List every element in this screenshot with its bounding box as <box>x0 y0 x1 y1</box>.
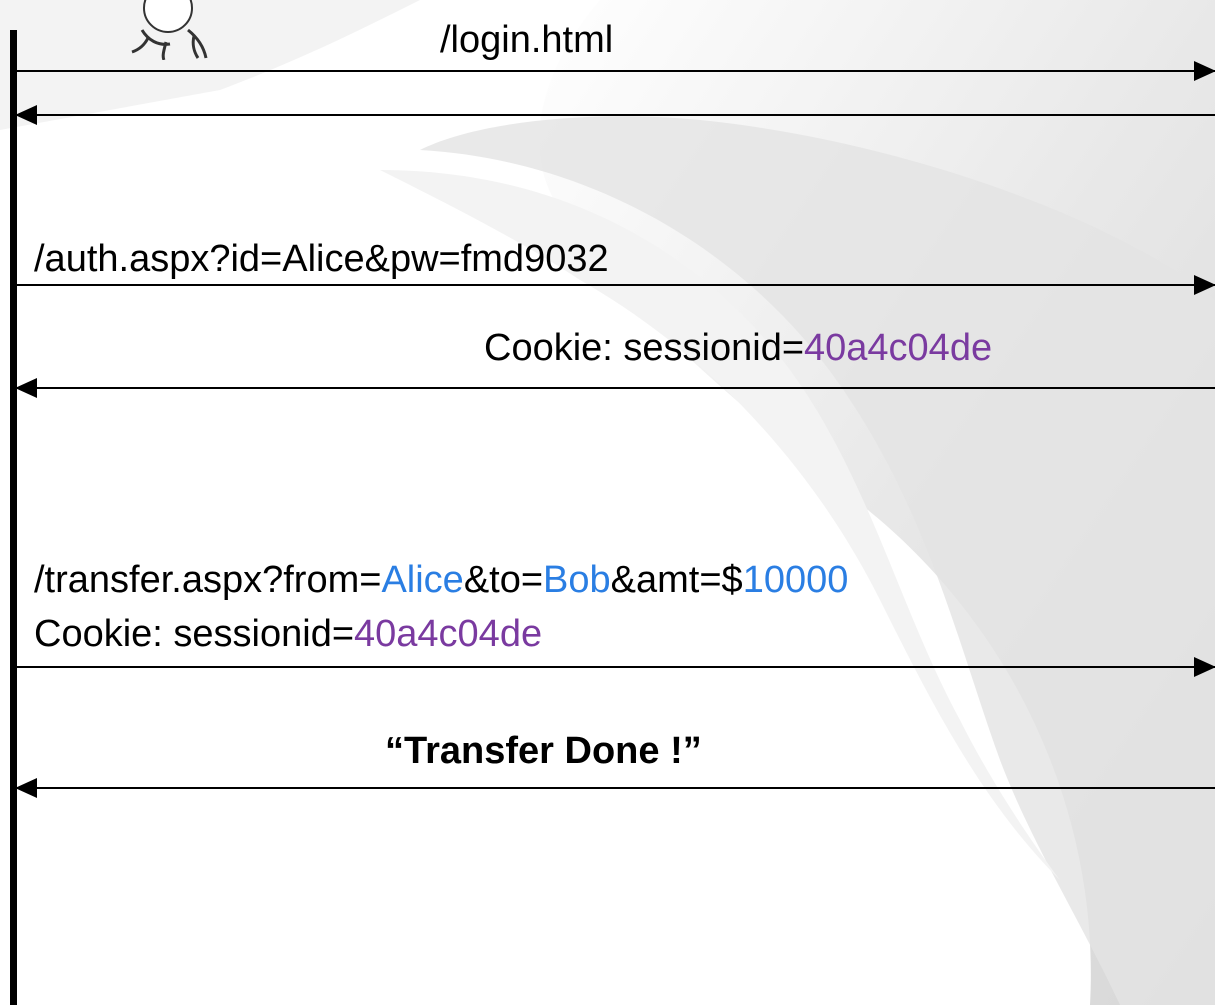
arrowhead-left-icon <box>15 105 37 125</box>
user-figure-icon <box>108 0 238 65</box>
transfer-response-arrow <box>15 778 1215 798</box>
transfer-url-part1: /transfer.aspx?from= <box>34 559 382 601</box>
client-lifeline <box>10 30 17 1005</box>
auth-response-arrow <box>15 378 1215 398</box>
session-id: 40a4c04de <box>354 613 543 655</box>
background-swoosh <box>0 0 1215 1005</box>
transfer-url-part3: &amt=$ <box>610 559 743 601</box>
arrowhead-right-icon <box>1194 61 1215 81</box>
cookie-prefix: Cookie: sessionid= <box>34 613 355 655</box>
transfer-url-part2: &to= <box>463 559 544 601</box>
arrowhead-left-icon <box>15 378 37 398</box>
transfer-to-value: Bob <box>543 559 611 601</box>
transfer-from-value: Alice <box>381 559 464 601</box>
login-response-arrow <box>15 105 1215 125</box>
login-request-arrow <box>17 61 1215 81</box>
cookie-prefix: Cookie: sessionid= <box>484 327 805 369</box>
session-id: 40a4c04de <box>804 327 993 369</box>
arrowhead-right-icon <box>1194 275 1215 295</box>
transfer-response-label: “Transfer Done !” <box>385 730 702 772</box>
arrowhead-left-icon <box>15 778 37 798</box>
auth-request-arrow <box>17 275 1215 295</box>
auth-response-label: Cookie: sessionid=40a4c04de <box>484 326 992 370</box>
auth-request-label: /auth.aspx?id=Alice&pw=fmd9032 <box>34 238 609 280</box>
arrowhead-right-icon <box>1194 657 1215 677</box>
transfer-amount-value: 10000 <box>742 559 849 601</box>
login-request-label: /login.html <box>440 19 614 61</box>
transfer-request-arrow <box>17 657 1215 677</box>
transfer-request-line1: /transfer.aspx?from=Alice&to=Bob&amt=$10… <box>34 558 848 602</box>
transfer-request-line2: Cookie: sessionid=40a4c04de <box>34 612 542 656</box>
